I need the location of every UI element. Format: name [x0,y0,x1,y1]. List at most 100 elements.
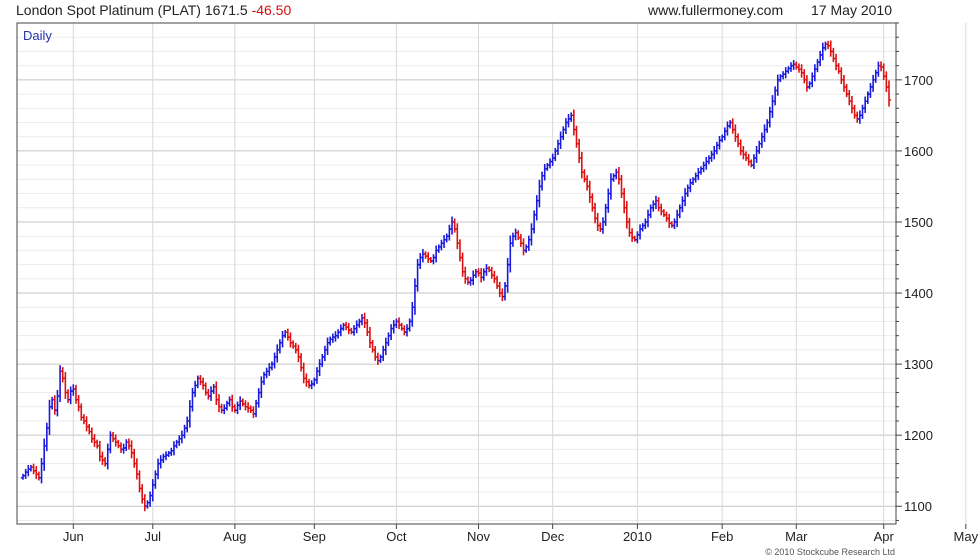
ohlc-bar [844,83,849,98]
ohlc-bar [150,479,155,502]
ohlc-bar [788,62,794,72]
ohlc-bar [335,329,341,339]
ohlc-bar [500,288,505,302]
ohlc-bar [751,154,757,169]
ohlc-bar [629,228,635,242]
ohlc-bar [706,155,712,165]
ohlc-bar [118,442,124,453]
ohlc-bar [529,223,534,246]
ohlc-bar [378,354,383,363]
ohlc-bar [513,228,518,241]
ohlc-bar [452,218,457,233]
ohlc-bar [666,213,672,228]
ohlc-bar [121,443,126,454]
ohlc-bar [831,47,836,63]
ohlc-bar [357,318,362,328]
ohlc-bar [637,224,643,240]
ohlc-bar [116,439,121,449]
ohlc-bar [87,423,92,435]
ohlc-bar [855,111,860,123]
ohlc-bar [200,377,206,390]
ohlc-bar [616,167,622,185]
ohlc-bar [653,195,659,210]
ohlc-bar [727,120,733,129]
ohlc-bar [592,202,598,224]
ohlc-bar [611,173,616,182]
ohlc-bar [516,230,521,240]
ohlc-bar [97,440,103,462]
ohlc-bar [402,325,407,336]
ohlc-bar [807,81,812,90]
ohlc-bar [817,50,823,67]
ohlc-bar [155,458,161,480]
ohlc-bar [195,375,200,389]
ohlc-bar [100,451,105,465]
ohlc-bar [198,375,203,386]
ohlc-bar [269,361,275,371]
ohlc-bar [730,118,735,134]
ohlc-bar [126,438,132,450]
ohlc-bar [49,396,55,410]
ohlc-bar [394,318,399,328]
ohlc-bar [139,484,145,504]
y-tick-label: 1400 [904,286,933,301]
ohlc-bar [343,322,349,331]
ohlc-bar [614,168,619,180]
ohlc-bar [812,64,818,82]
ohlc-bar [569,112,574,122]
ohlc-bar [598,222,603,233]
y-tick-label: 1200 [904,428,933,443]
ohlc-bar [436,244,441,253]
ohlc-bar [275,344,280,363]
ohlc-bar [841,74,847,92]
y-tick-label: 1100 [904,499,932,514]
ohlc-bar [698,166,704,175]
ohlc-bar [635,231,640,244]
ohlc-bar [526,235,532,251]
ohlc-bar [608,173,614,200]
ohlc-bar [420,249,426,263]
ohlc-bar [558,131,563,150]
ohlc-bar [884,71,889,92]
x-tick-label: Aug [223,529,246,544]
y-tick-label: 1300 [904,357,933,372]
ohlc-bar [502,282,508,301]
ohlc-bar [20,473,26,480]
ohlc-bar [34,466,39,479]
ohlc-bar [441,235,447,248]
ohlc-bar [693,172,698,183]
ohlc-bar [640,223,645,232]
ohlc-bar [142,494,148,512]
x-tick-label: Jun [63,529,84,544]
ohlc-bar [473,269,479,278]
ohlc-bar [301,362,306,384]
ohlc-bar [468,276,473,286]
ohlc-bar [73,384,79,404]
ohlc-bar [757,140,762,154]
ohlc-bar [743,151,749,161]
ohlc-bar [338,324,343,337]
ohlc-bar [542,164,547,181]
x-tick-label: Jul [144,529,161,544]
ohlc-bar [444,233,449,243]
ohlc-bar [354,320,359,334]
ohlc-bar [76,394,81,412]
ohlc-bar [68,386,73,405]
ohlc-bar [685,184,690,197]
ohlc-bar [725,121,730,136]
ohlc-bar [849,95,855,114]
ohlc-bar [664,211,669,222]
ohlc-bar [857,110,863,124]
ohlc-bar [738,139,743,156]
ohlc-bar [878,61,884,72]
ohlc-bar [285,328,291,341]
ohlc-bar [709,150,714,162]
ohlc-bar [478,268,484,283]
ohlc-bar [870,74,876,92]
ohlc-bar [36,471,42,481]
ohlc-bar [661,209,667,218]
ohlc-bar [314,367,320,384]
ohlc-bar [399,322,404,331]
ohlc-bar [375,352,381,365]
ohlc-bar [696,167,701,181]
